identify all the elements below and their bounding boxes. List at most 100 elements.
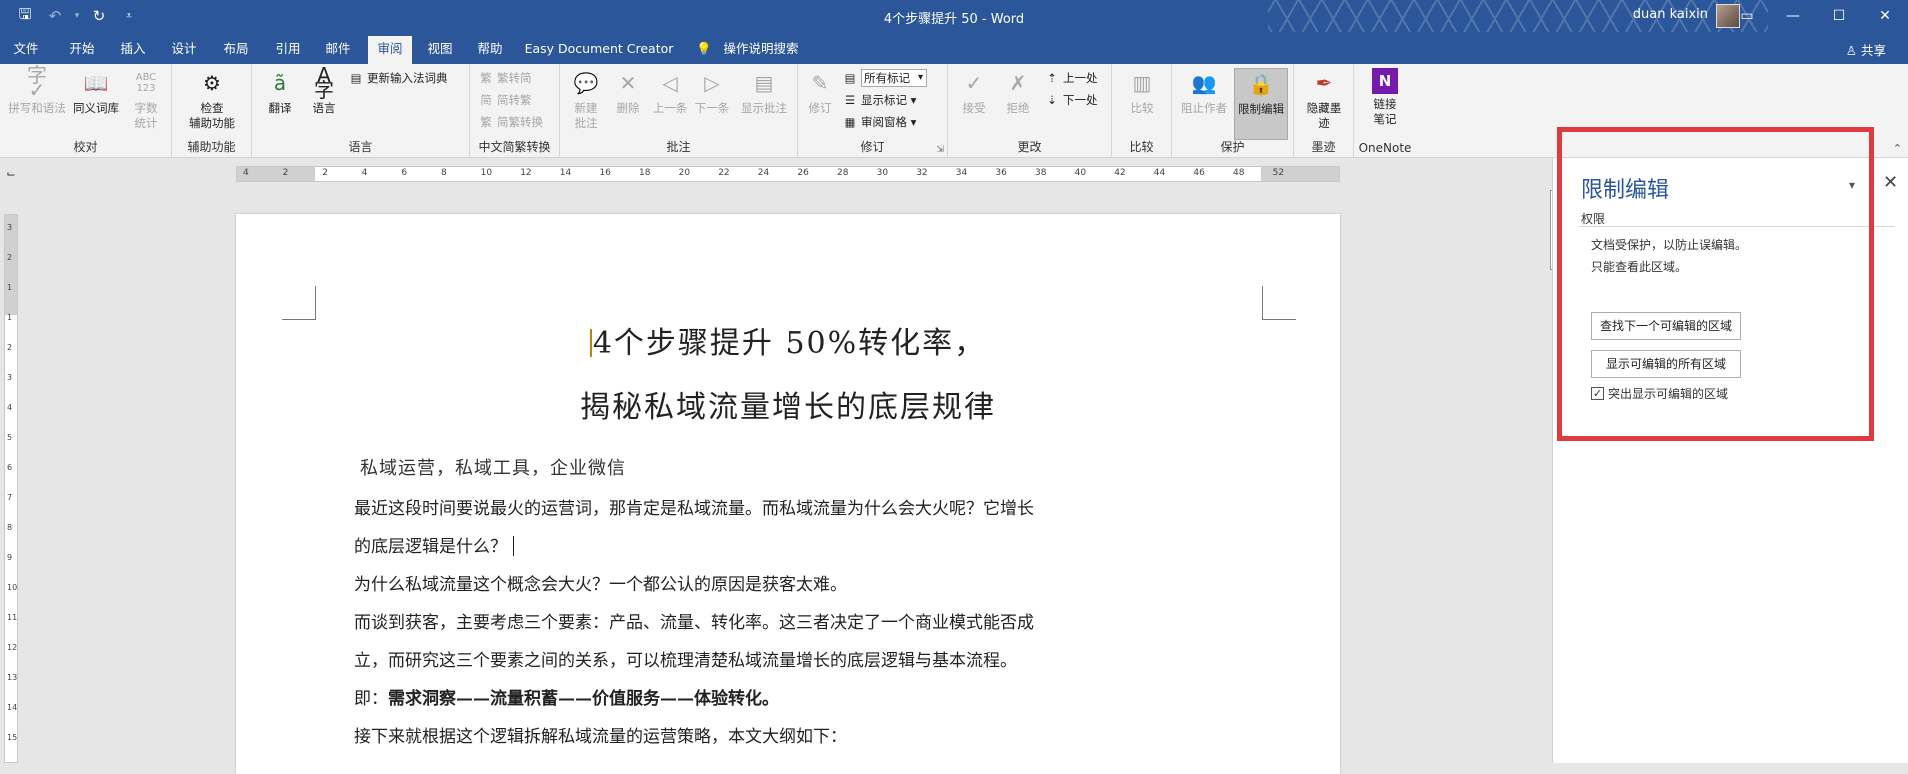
tab-mailings[interactable]: 邮件: [318, 36, 358, 64]
restrict-editing-button[interactable]: 🔒 限制编辑: [1234, 68, 1288, 140]
word-count-button[interactable]: ABC 123 字数 统计: [126, 68, 166, 131]
trad-to-simp-icon: 繁: [480, 71, 492, 85]
prev-change-icon: ⇡: [1047, 71, 1057, 85]
group-label: 批注: [666, 140, 691, 154]
ribbon-display-icon[interactable]: ▭: [1724, 0, 1770, 32]
tell-me-search[interactable]: 操作说明搜索: [716, 36, 806, 64]
ruler-number: 4: [243, 168, 249, 178]
new-comment-button[interactable]: 💬 新建 批注: [566, 68, 606, 131]
paragraph-line[interactable]: 即：需求洞察——流量积蓄——价值服务——体验转化。: [354, 684, 779, 709]
tab-layout[interactable]: 布局: [216, 36, 256, 64]
ruler-number: 52: [1272, 168, 1285, 178]
reject-icon: ✗: [1009, 70, 1027, 95]
spelling-grammar-button[interactable]: 字✓ 拼写和语法: [6, 65, 68, 116]
ruler-number: 4: [7, 403, 13, 412]
next-change-icon: ⇣: [1047, 93, 1057, 107]
ruler-number: 2: [7, 253, 13, 262]
review-pane-button[interactable]: ▦ 审阅窗格 ▾: [842, 112, 917, 132]
markup-select[interactable]: ▤ 所有标记: [842, 68, 927, 88]
prev-comment-button[interactable]: ◁ 上一条: [650, 68, 690, 116]
user-name[interactable]: duan kaixin: [1633, 7, 1708, 22]
document-tags[interactable]: 私域运营，私域工具，企业微信: [360, 454, 626, 480]
collapse-ribbon-icon[interactable]: ⌃: [1893, 142, 1902, 155]
review-pane-icon: ▦: [844, 115, 856, 129]
ruler-number: 1: [7, 283, 13, 292]
ruler-number: 46: [1193, 168, 1205, 178]
ruler-number: 3: [7, 373, 13, 382]
ruler-number: 42: [1114, 168, 1126, 178]
tab-file[interactable]: 文件: [6, 36, 46, 64]
ruler-number: 9: [7, 553, 13, 562]
window-title: 4个步骤提升 50 - Word: [883, 12, 1025, 27]
ruler-number: 36: [995, 168, 1007, 178]
translate-button[interactable]: ã 翻译: [260, 68, 300, 116]
show-markup-icon: ☰: [844, 93, 856, 107]
ruler-number: 34: [955, 168, 968, 178]
next-comment-button[interactable]: ▷ 下一条: [692, 68, 732, 116]
reject-button[interactable]: ✗ 拒绝: [998, 68, 1038, 116]
tab-easy-document-creator[interactable]: Easy Document Creator: [524, 36, 674, 64]
highlight-annotation-box: [1557, 127, 1874, 441]
onenote-icon: N: [1372, 68, 1398, 94]
minimize-icon[interactable]: —: [1770, 0, 1816, 32]
text-cursor: [589, 329, 592, 357]
close-window-icon[interactable]: ✕: [1862, 0, 1908, 32]
document-page[interactable]: 4个步骤提升 50%转化率， 揭秘私域流量增长的底层规律 私域运营，私域工具，企…: [236, 214, 1340, 774]
accept-button[interactable]: ✓ 接受: [954, 68, 994, 116]
show-comments-icon: ▤: [754, 70, 774, 95]
trad-to-simp-button[interactable]: 繁繁转简: [478, 68, 531, 88]
paragraph-line[interactable]: 而谈到获客，主要考虑三个要素：产品、流量、转化率。这三者决定了一个商业模式能否成: [354, 608, 1034, 633]
paragraph-line[interactable]: 立，而研究这三个要素之间的关系，可以梳理清楚私域流量增长的底层逻辑与基本流程。: [354, 646, 1017, 671]
paragraph-line[interactable]: 接下来就根据这个逻辑拆解私域流量的运营策略，本文大纲如下：: [354, 722, 847, 747]
linked-notes-button[interactable]: N 链接 笔记: [1362, 68, 1408, 127]
document-title-line-1[interactable]: 4个步骤提升 50%转化率，: [236, 318, 1340, 362]
prev-change-button[interactable]: ⇡ 上一处: [1044, 68, 1097, 88]
tab-view[interactable]: 视图: [420, 36, 460, 64]
paragraph-line[interactable]: 的底层逻辑是什么？: [354, 532, 514, 557]
maximize-icon[interactable]: ☐: [1816, 0, 1862, 32]
ruler-number: 38: [1035, 168, 1047, 178]
chinese-conversion-button[interactable]: 繁简繁转换: [478, 112, 543, 132]
vertical-ruler[interactable]: 3 2 1 1 2 3 4 5 6 7 8 9 10 11 12 13 14 15: [4, 214, 18, 763]
ruler-number: 24: [757, 168, 770, 178]
ruler-number: 7: [7, 493, 13, 502]
compare-button[interactable]: ▥ 比较: [1122, 68, 1162, 116]
block-authors-button[interactable]: 👥 阻止作者: [1176, 68, 1232, 116]
share-button[interactable]: ♙ 共享: [1846, 40, 1886, 59]
paragraph-line[interactable]: 为什么私域流量这个概念会大火？一个都公认的原因是获客太难。: [354, 570, 847, 595]
tab-review[interactable]: 审阅: [368, 36, 412, 64]
accessibility-icon: ⚙: [203, 70, 221, 95]
ruler-number: 8: [441, 168, 447, 178]
show-comments-button[interactable]: ▤ 显示批注: [736, 68, 792, 116]
tab-references[interactable]: 引用: [268, 36, 308, 64]
update-ime-dictionary-button[interactable]: ▤ 更新输入法词典: [348, 68, 448, 88]
track-changes-button[interactable]: ✎ 修订: [802, 68, 838, 116]
person-icon: ♙: [1845, 43, 1857, 58]
tab-home[interactable]: 开始: [62, 36, 102, 64]
show-markup-button[interactable]: ☰ 显示标记 ▾: [842, 90, 917, 110]
thesaurus-button[interactable]: 📖 同义词库: [70, 68, 122, 116]
tab-design[interactable]: 设计: [164, 36, 204, 64]
tab-selector-icon[interactable]: ⌙: [0, 164, 22, 184]
delete-comment-button[interactable]: ✕ 删除: [608, 68, 648, 116]
next-change-button[interactable]: ⇣ 下一处: [1044, 90, 1097, 110]
ruler-number: 28: [837, 168, 849, 178]
word-count-icon: ABC 123: [135, 72, 157, 94]
markup-icon: ▤: [844, 71, 856, 85]
block-authors-icon: 👥: [1191, 70, 1217, 95]
tab-insert[interactable]: 插入: [113, 36, 153, 64]
hide-ink-button[interactable]: ✒ 隐藏墨 迹: [1300, 68, 1348, 131]
horizontal-ruler[interactable]: 4 2 2 4 6 8 10 12 14 16 18 20 22 24 26 28 30 32 34 36 38 40 42…: [236, 166, 1340, 182]
tab-help[interactable]: 帮助: [470, 36, 510, 64]
check-accessibility-button[interactable]: ⚙ 检查 辅助功能: [180, 68, 244, 131]
ruler-number: 10: [7, 583, 18, 592]
ruler-number: 2: [282, 168, 289, 178]
document-title-line-2[interactable]: 揭秘私域流量增长的底层规律: [236, 382, 1340, 426]
simp-to-trad-button[interactable]: 简简转繁: [478, 90, 531, 110]
group-ink: ✒ 隐藏墨 迹 墨迹: [1294, 64, 1354, 158]
language-button[interactable]: A字 语言: [304, 65, 344, 116]
paragraph-line[interactable]: 最近这段时间要说最火的运营词，那肯定是私域流量。而私域流量为什么会大火呢？它增长: [354, 494, 1034, 519]
close-icon[interactable]: ✕: [1883, 172, 1898, 193]
dialog-launcher-icon[interactable]: ⇲: [936, 145, 944, 155]
next-comment-icon: ▷: [704, 70, 720, 95]
